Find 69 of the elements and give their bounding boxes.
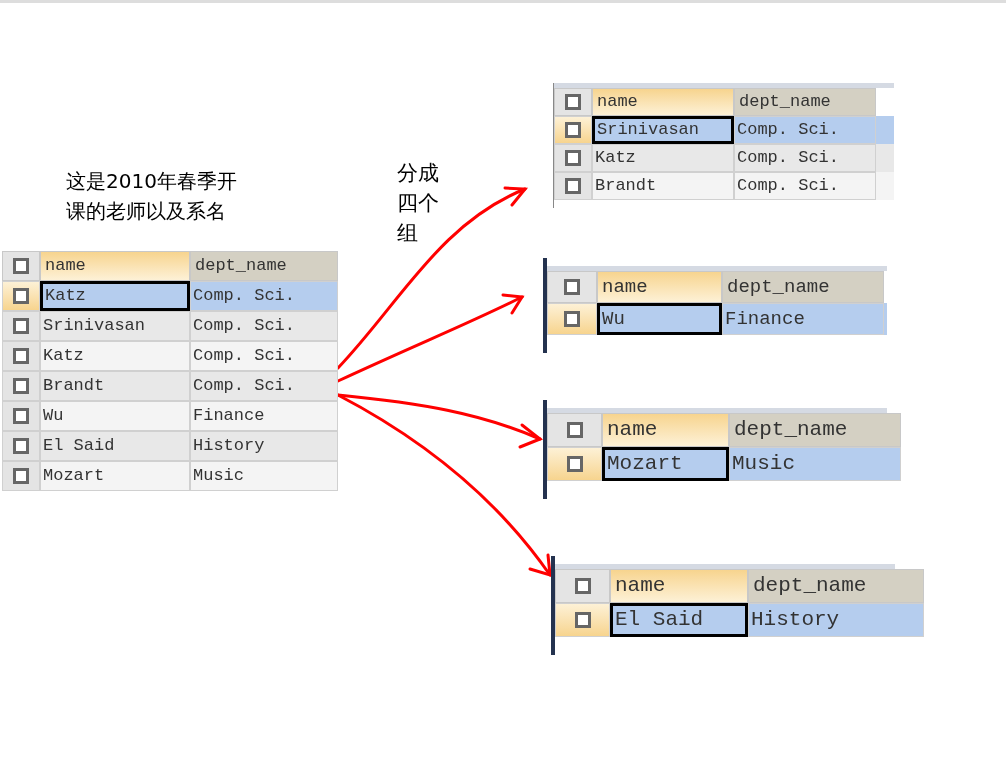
column-header[interactable]: dept_name — [729, 413, 901, 447]
table-cell: Music — [729, 447, 901, 481]
table-cell: Comp. Sci. — [734, 172, 876, 200]
table-cell: Katz — [40, 341, 190, 371]
checkbox[interactable] — [564, 311, 580, 327]
table-cell: Katz — [592, 144, 734, 172]
note: 分成四个组 — [397, 160, 440, 247]
table-cell: Finance — [190, 401, 338, 431]
table-row[interactable]: Katz Comp. Sci. — [2, 341, 338, 371]
table-cell: Music — [190, 461, 338, 491]
column-header[interactable]: dept_name — [734, 88, 876, 116]
checkbox[interactable] — [566, 456, 583, 472]
table-row[interactable]: Wu Finance — [2, 401, 338, 431]
table-cell: El Said — [610, 603, 748, 637]
checkbox[interactable] — [13, 438, 29, 454]
table-cell: El Said — [40, 431, 190, 461]
table-row[interactable]: Srinivasan Comp. Sci. — [554, 116, 894, 144]
checkbox[interactable] — [13, 288, 29, 304]
column-header[interactable]: name — [40, 251, 190, 281]
table-cell: Srinivasan — [40, 311, 190, 341]
table-row[interactable]: El Said History — [2, 431, 338, 461]
table-row[interactable]: Brandt Comp. Sci. — [554, 172, 894, 200]
column-header[interactable]: dept_name — [722, 271, 884, 303]
table-cell: Finance — [722, 303, 884, 335]
caption: 这是2010年春季开课的老师以及系名 — [66, 168, 238, 225]
table-cell: Brandt — [592, 172, 734, 200]
column-header[interactable]: name — [602, 413, 729, 447]
table-cell: Katz — [40, 281, 190, 311]
checkbox[interactable] — [565, 94, 581, 110]
checkbox[interactable] — [565, 178, 581, 194]
checkbox[interactable] — [574, 578, 591, 594]
table-row[interactable]: Brandt Comp. Sci. — [2, 371, 338, 401]
table-cell: History — [190, 431, 338, 461]
table-cell: Comp. Sci. — [190, 281, 338, 311]
table-cell: Comp. Sci. — [190, 311, 338, 341]
checkbox[interactable] — [13, 258, 29, 274]
checkbox[interactable] — [574, 612, 591, 628]
checkbox[interactable] — [565, 150, 581, 166]
table-cell: Brandt — [40, 371, 190, 401]
table-cell: Srinivasan — [592, 116, 734, 144]
table-cell: Mozart — [40, 461, 190, 491]
column-header[interactable]: name — [597, 271, 722, 303]
column-header[interactable]: dept_name — [748, 569, 924, 603]
column-header[interactable]: dept_name — [190, 251, 338, 281]
table-cell: Comp. Sci. — [190, 341, 338, 371]
checkbox[interactable] — [13, 468, 29, 484]
checkbox[interactable] — [13, 408, 29, 424]
table-row[interactable]: Srinivasan Comp. Sci. — [2, 311, 338, 341]
table-cell: Wu — [40, 401, 190, 431]
column-header[interactable]: name — [592, 88, 734, 116]
checkbox[interactable] — [564, 279, 580, 295]
checkbox[interactable] — [13, 378, 29, 394]
table-row[interactable]: Mozart Music — [2, 461, 338, 491]
table-cell: Wu — [597, 303, 722, 335]
table-cell: Comp. Sci. — [734, 116, 876, 144]
table-cell: Mozart — [602, 447, 729, 481]
checkbox[interactable] — [13, 318, 29, 334]
checkbox[interactable] — [566, 422, 583, 438]
table-row[interactable]: Katz Comp. Sci. — [2, 281, 338, 311]
table-row[interactable]: El Said History — [555, 603, 924, 637]
checkbox[interactable] — [565, 122, 581, 138]
table-cell: History — [748, 603, 924, 637]
table-cell: Comp. Sci. — [734, 144, 876, 172]
table-row[interactable]: Katz Comp. Sci. — [554, 144, 894, 172]
checkbox[interactable] — [13, 348, 29, 364]
column-header[interactable]: name — [610, 569, 748, 603]
table-row[interactable]: Wu Finance — [547, 303, 887, 335]
table-cell: Comp. Sci. — [190, 371, 338, 401]
table-row[interactable]: Mozart Music — [547, 447, 901, 481]
